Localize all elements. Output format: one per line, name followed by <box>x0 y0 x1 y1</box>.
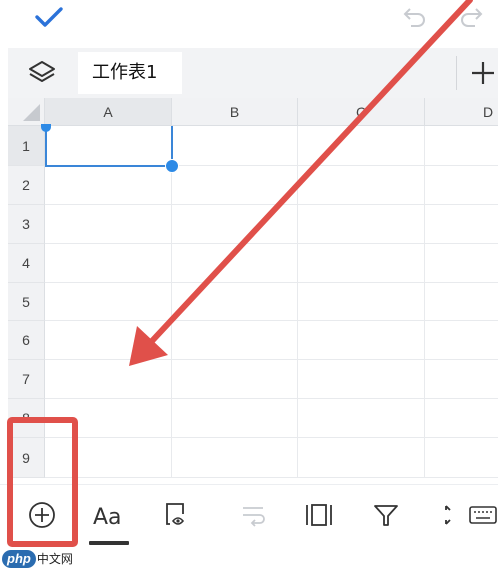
cell-c7[interactable] <box>298 360 425 399</box>
cell-d6[interactable] <box>425 321 498 360</box>
cell-a7[interactable] <box>45 360 172 399</box>
cell-c8[interactable] <box>298 399 425 438</box>
active-tab-indicator <box>89 541 129 545</box>
bottom-toolbar: Aa <box>0 484 498 546</box>
selection-border <box>45 165 173 167</box>
cell-a6[interactable] <box>45 321 172 360</box>
cell-a5[interactable] <box>45 283 172 321</box>
cell-c6[interactable] <box>298 321 425 360</box>
cell-c4[interactable] <box>298 244 425 283</box>
plus-circle-icon[interactable] <box>24 497 60 533</box>
check-icon[interactable] <box>34 4 64 30</box>
cell-c2[interactable] <box>298 166 425 205</box>
row-header-3[interactable]: 3 <box>8 205 45 244</box>
cell-b9[interactable] <box>172 438 298 478</box>
redo-icon[interactable] <box>458 6 484 28</box>
column-header-c[interactable]: C <box>298 98 425 126</box>
select-all-icon <box>23 104 40 121</box>
selection-handle-bottom-right[interactable] <box>165 159 179 173</box>
cell-d8[interactable] <box>425 399 498 438</box>
row-header-5[interactable]: 5 <box>8 283 45 321</box>
select-all-corner[interactable] <box>8 98 45 126</box>
cell-b5[interactable] <box>172 283 298 321</box>
sheet-tabs-bar: 工作表1 <box>8 48 498 98</box>
cell-a2[interactable] <box>45 166 172 205</box>
cell-a3[interactable] <box>45 205 172 244</box>
divider <box>456 56 457 90</box>
column-header-b[interactable]: B <box>172 98 298 126</box>
row-header-7[interactable]: 7 <box>8 360 45 399</box>
add-sheet-icon[interactable] <box>468 58 498 88</box>
wrap-text-icon[interactable] <box>236 497 272 533</box>
cell-d4[interactable] <box>425 244 498 283</box>
font-format-label: Aa <box>93 505 122 530</box>
selection-border <box>45 126 47 166</box>
row-header-4[interactable]: 4 <box>8 244 45 283</box>
cell-c1[interactable] <box>298 126 425 166</box>
font-format-icon[interactable]: Aa <box>91 497 127 533</box>
cell-d9[interactable] <box>425 438 498 478</box>
cell-b6[interactable] <box>172 321 298 360</box>
cell-d5[interactable] <box>425 283 498 321</box>
tab-sheet1[interactable]: 工作表1 <box>78 52 182 94</box>
cell-b2[interactable] <box>172 166 298 205</box>
cell-c9[interactable] <box>298 438 425 478</box>
row-header-6[interactable]: 6 <box>8 321 45 360</box>
row-header-2[interactable]: 2 <box>8 166 45 205</box>
watermark-text: 中文网 <box>36 552 73 566</box>
cell-c3[interactable] <box>298 205 425 244</box>
cell-a9[interactable] <box>45 438 172 478</box>
layers-icon[interactable] <box>26 58 58 88</box>
cell-style-icon[interactable] <box>158 497 194 533</box>
row-header-1[interactable]: 1 <box>8 126 45 166</box>
column-header-d[interactable]: D <box>425 98 498 126</box>
row-header-8[interactable]: 8 <box>8 399 45 438</box>
cell-d2[interactable] <box>425 166 498 205</box>
cell-a4[interactable] <box>45 244 172 283</box>
top-bar <box>0 0 498 44</box>
cell-b4[interactable] <box>172 244 298 283</box>
freeze-panes-icon[interactable] <box>301 497 337 533</box>
resize-icon[interactable] <box>432 497 468 533</box>
cell-d1[interactable] <box>425 126 498 166</box>
cell-b3[interactable] <box>172 205 298 244</box>
row-header-9[interactable]: 9 <box>8 438 45 478</box>
cell-b7[interactable] <box>172 360 298 399</box>
column-header-a[interactable]: A <box>45 98 172 126</box>
watermark-logo: php <box>2 550 36 568</box>
cell-d3[interactable] <box>425 205 498 244</box>
filter-icon[interactable] <box>368 497 404 533</box>
spreadsheet-grid: A B C D 1 2 3 4 5 6 7 8 9 <box>8 98 498 482</box>
cell-d7[interactable] <box>425 360 498 399</box>
cell-b8[interactable] <box>172 399 298 438</box>
watermark: php 中文网 <box>2 550 73 570</box>
keyboard-icon[interactable] <box>464 497 498 533</box>
cell-a1[interactable] <box>45 126 172 166</box>
cell-a8[interactable] <box>45 399 172 438</box>
undo-icon[interactable] <box>402 6 428 28</box>
cell-b1[interactable] <box>172 126 298 166</box>
cell-c5[interactable] <box>298 283 425 321</box>
